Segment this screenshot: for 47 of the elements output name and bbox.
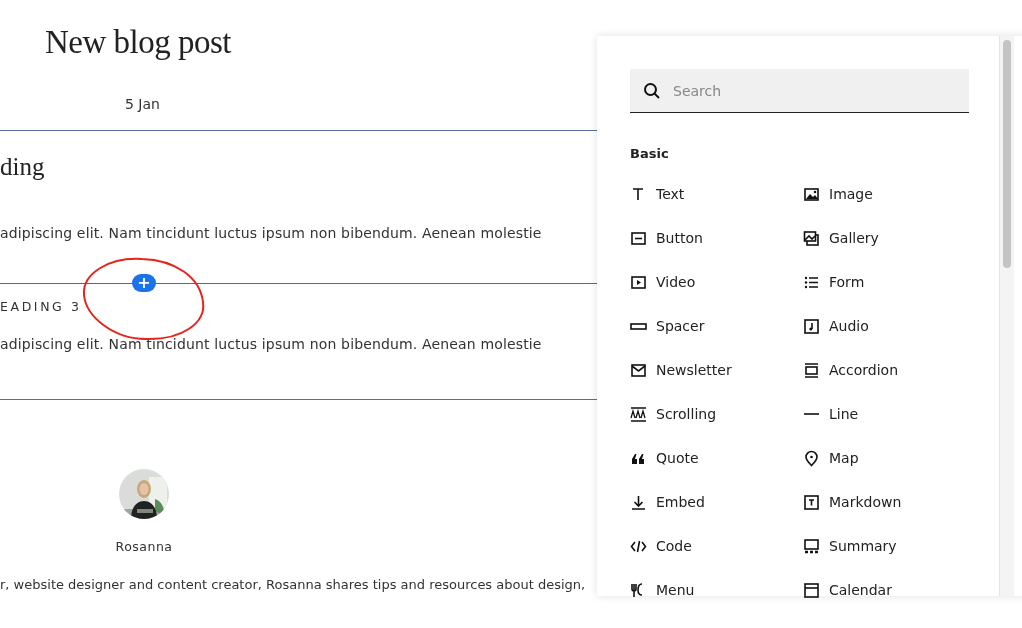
post-date: 5 Jan [125,96,160,112]
block-option[interactable]: Gallery [803,229,879,247]
block-option[interactable]: Text [630,185,685,203]
paragraph: adipiscing elit. Nam tincidunt luctus ipsum non bibendum. Aenean molestie [0,336,542,352]
scrollbar[interactable] [999,36,1014,596]
block-option[interactable]: Calendar [803,581,892,599]
block-option[interactable]: Embed [630,493,705,511]
line-icon [803,413,820,415]
block-option[interactable]: Markdown [803,493,902,511]
search-field[interactable]: Search [630,69,969,113]
block-option[interactable]: Newsletter [630,361,732,379]
block-option[interactable]: Image [803,185,873,203]
block-option[interactable]: Summary [803,537,897,555]
accordion-icon [803,361,820,379]
block-option[interactable]: Code [630,537,692,555]
video-icon [630,273,647,291]
section-heading: ding [0,153,45,181]
block-option[interactable]: Scrolling [630,405,717,423]
block-option[interactable]: Spacer [630,317,705,335]
author-bio: r, website designer and content creator, Rosanna shares tips and resources about design, [0,577,586,592]
scrolling-text-icon [630,405,647,423]
author-name: Rosanna [115,539,173,554]
block-option[interactable]: Button [630,229,703,247]
summary-icon [803,537,820,555]
block-option[interactable]: Audio [803,317,869,335]
block-option[interactable]: Quote [630,449,699,467]
block-option[interactable]: Line [803,405,859,423]
section-heading: EADING 3 [0,299,82,314]
audio-icon [803,317,820,335]
category-heading: Basic [630,146,669,161]
envelope-icon [630,361,647,379]
gallery-icon [803,229,820,247]
block-option[interactable]: Map [803,449,859,467]
add-block-button[interactable]: + [132,274,156,292]
block-option[interactable]: Menu [630,581,695,599]
block-option[interactable]: Video [630,273,696,291]
markdown-icon [803,493,820,511]
image-icon [803,185,820,203]
block-option[interactable]: Accordion [803,361,898,379]
paragraph: adipiscing elit. Nam tincidunt luctus ipsum non bibendum. Aenean molestie [0,225,542,241]
map-pin-icon [803,449,820,467]
post-title: New blog post [45,24,231,61]
block-option[interactable]: Form [803,273,865,291]
download-arrow-icon [630,493,647,511]
calendar-icon [803,581,820,599]
search-icon [643,82,661,100]
button-block-icon [630,229,647,247]
